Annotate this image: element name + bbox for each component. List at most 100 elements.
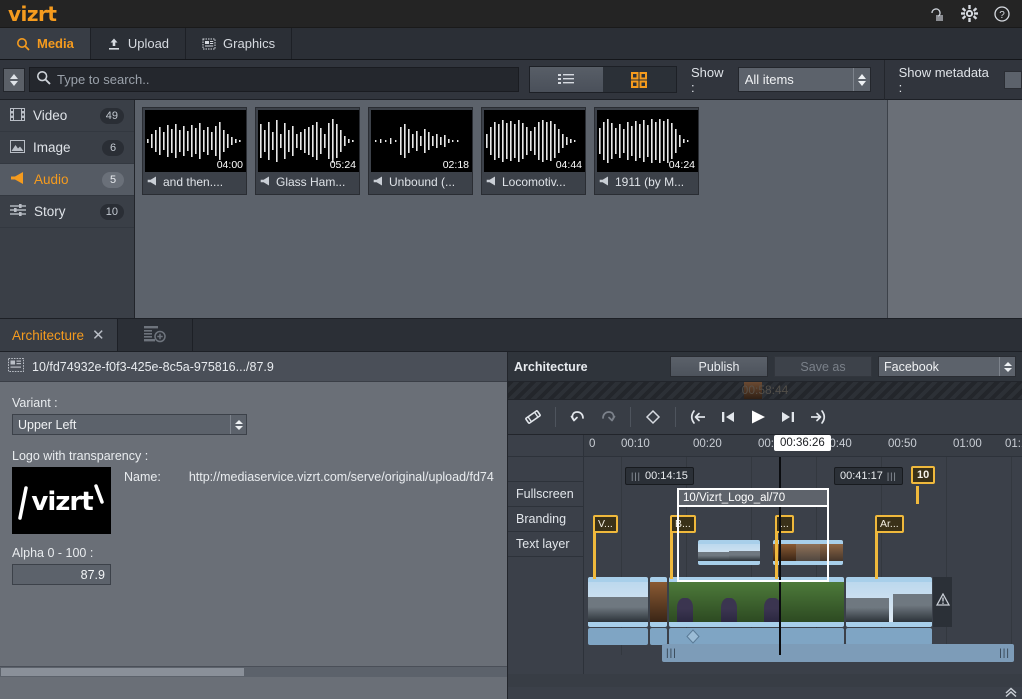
asset-card[interactable]: 04:44 Locomotiv... (481, 107, 586, 195)
asset-card[interactable]: 04:00 and then.... (142, 107, 247, 195)
video-clip[interactable] (669, 577, 844, 627)
prev-frame-icon[interactable] (713, 408, 743, 426)
search-toolbar-row: Show : All items Show metadata : (0, 59, 1022, 100)
tab-label: Graphics (223, 36, 276, 51)
redo-icon[interactable] (593, 408, 623, 426)
toolbar-separator (675, 407, 676, 427)
warning-icon (935, 592, 950, 611)
asset-label-row: Unbound (... (371, 172, 470, 192)
go-to-in-icon[interactable] (683, 408, 713, 426)
snapshot-icon[interactable] (518, 408, 548, 426)
asset-card[interactable]: 05:24 Glass Ham... (255, 107, 360, 195)
collapse-panel-icon[interactable] (1004, 686, 1018, 699)
video-preview-strip[interactable]: 00:58:44 (508, 382, 1022, 400)
asset-card[interactable]: 02:18 Unbound (... (368, 107, 473, 195)
grid-view-button[interactable] (602, 67, 676, 92)
go-to-out-icon[interactable] (803, 408, 833, 426)
playhead[interactable] (779, 457, 781, 655)
properties-body: Variant : Upper Left Logo with transpare… (0, 382, 507, 667)
audio-clip[interactable] (650, 628, 667, 645)
chevron-updown-icon (999, 357, 1015, 376)
timecode-badge-in[interactable]: ||| 00:14:15 (625, 467, 694, 485)
help-icon[interactable]: ? (994, 5, 1010, 22)
timeline-grid[interactable]: ||| 00:14:15 00:41:17 ||| 10 10/Vizrt_Lo… (585, 457, 1022, 674)
ruler-tick: 00:20 (693, 438, 722, 450)
clip-thumbnail (846, 582, 932, 622)
undo-icon[interactable] (563, 408, 593, 426)
drag-clip-ghost[interactable]: 10/Vizrt_Logo_al/70 (677, 488, 829, 507)
properties-hscrollbar[interactable] (0, 666, 507, 677)
layer-label: Text layer (516, 537, 570, 551)
clip-thumbnail (650, 582, 667, 622)
tab-media[interactable]: Media (0, 28, 91, 59)
audio-clip[interactable] (588, 628, 648, 645)
tab-label: Upload (127, 36, 170, 51)
show-filter-select[interactable]: All items (737, 67, 871, 92)
doctab-label: Architecture (12, 327, 85, 343)
text-marker[interactable]: Ar... (875, 515, 904, 533)
layer-fullscreen[interactable]: Fullscreen (508, 482, 583, 507)
text-marker[interactable]: V... (593, 515, 618, 533)
gear-icon[interactable] (961, 5, 978, 22)
speaker-icon (260, 175, 271, 189)
text-marker[interactable]: B... (670, 515, 696, 533)
asset-duration: 02:18 (442, 159, 469, 171)
ruler-tick: 00:10 (621, 438, 650, 450)
scroll-grip-right-icon[interactable]: ||| (999, 648, 1010, 659)
asset-card[interactable]: 04:24 1911 (by M... (594, 107, 699, 195)
overlay-clip[interactable] (698, 540, 760, 565)
publish-button[interactable]: Publish (670, 356, 768, 377)
timeline-hscrollbar[interactable]: ||| ||| (662, 644, 1014, 662)
timecode-badge-out[interactable]: 00:41:17 ||| (834, 467, 903, 485)
graphics-icon (8, 358, 24, 375)
tab-graphics[interactable]: Graphics (186, 28, 293, 59)
search-input[interactable] (56, 72, 512, 87)
sidebar-item-audio[interactable]: Audio 5 (0, 164, 134, 196)
close-icon[interactable]: ✕ (92, 326, 105, 344)
doctab-architecture[interactable]: Architecture ✕ (0, 319, 118, 351)
variant-select[interactable]: Upper Left (12, 414, 247, 435)
video-clip[interactable] (588, 577, 648, 627)
tab-label: Media (37, 36, 74, 51)
save-as-button[interactable]: Save as (774, 356, 872, 377)
alpha-input[interactable]: 87.9 (12, 564, 111, 585)
asset-title: and then.... (163, 175, 224, 189)
text-marker[interactable]: ... (775, 515, 794, 533)
audio-clip[interactable] (846, 628, 932, 645)
clip-warning-badge[interactable] (933, 577, 952, 627)
timeline-ruler[interactable]: 0 00:10 00:20 00:30 00:40 00:50 01:00 01… (508, 435, 1022, 457)
metadata-label: Show metadata : (898, 64, 989, 95)
publish-target-select[interactable]: Facebook (878, 356, 1016, 377)
sidebar-item-image[interactable]: Image 6 (0, 132, 134, 164)
scroll-grip-left-icon[interactable]: ||| (666, 648, 677, 659)
layer-number-badge[interactable]: 10 (911, 466, 936, 484)
asset-label-row: Locomotiv... (484, 172, 583, 192)
next-frame-icon[interactable] (773, 408, 803, 426)
video-clip[interactable] (650, 577, 667, 627)
list-view-button[interactable] (529, 67, 603, 92)
scrollbar-thumb[interactable] (1, 668, 244, 676)
editor-title: Architecture (514, 359, 588, 374)
keyframe-icon[interactable] (638, 408, 668, 426)
notification-icon[interactable] (929, 6, 945, 22)
logo-preview[interactable]: vizrt (12, 467, 111, 534)
overlay-clip[interactable] (773, 540, 843, 565)
sidebar-item-story[interactable]: Story 10 (0, 196, 134, 228)
video-clip[interactable] (846, 577, 932, 627)
asset-title: Glass Ham... (276, 175, 346, 189)
layer-text[interactable]: Text layer (508, 532, 583, 557)
properties-footer (0, 677, 507, 699)
playhead-timecode: 00:36:26 (774, 435, 831, 451)
ruler-tick: 01:10 (1005, 438, 1022, 450)
tab-upload[interactable]: Upload (91, 28, 187, 59)
search-box[interactable] (28, 67, 519, 92)
search-scope-stepper[interactable] (3, 67, 25, 92)
layer-branding[interactable]: Branding (508, 507, 583, 532)
sidebar-item-count: 10 (99, 203, 124, 220)
play-icon[interactable] (743, 408, 773, 426)
metadata-checkbox[interactable] (1004, 70, 1022, 89)
asset-title: Unbound (... (389, 175, 456, 189)
sidebar-item-video[interactable]: Video 49 (0, 100, 134, 132)
audio-clip[interactable] (669, 628, 844, 645)
add-story-tab-button[interactable] (117, 319, 193, 351)
